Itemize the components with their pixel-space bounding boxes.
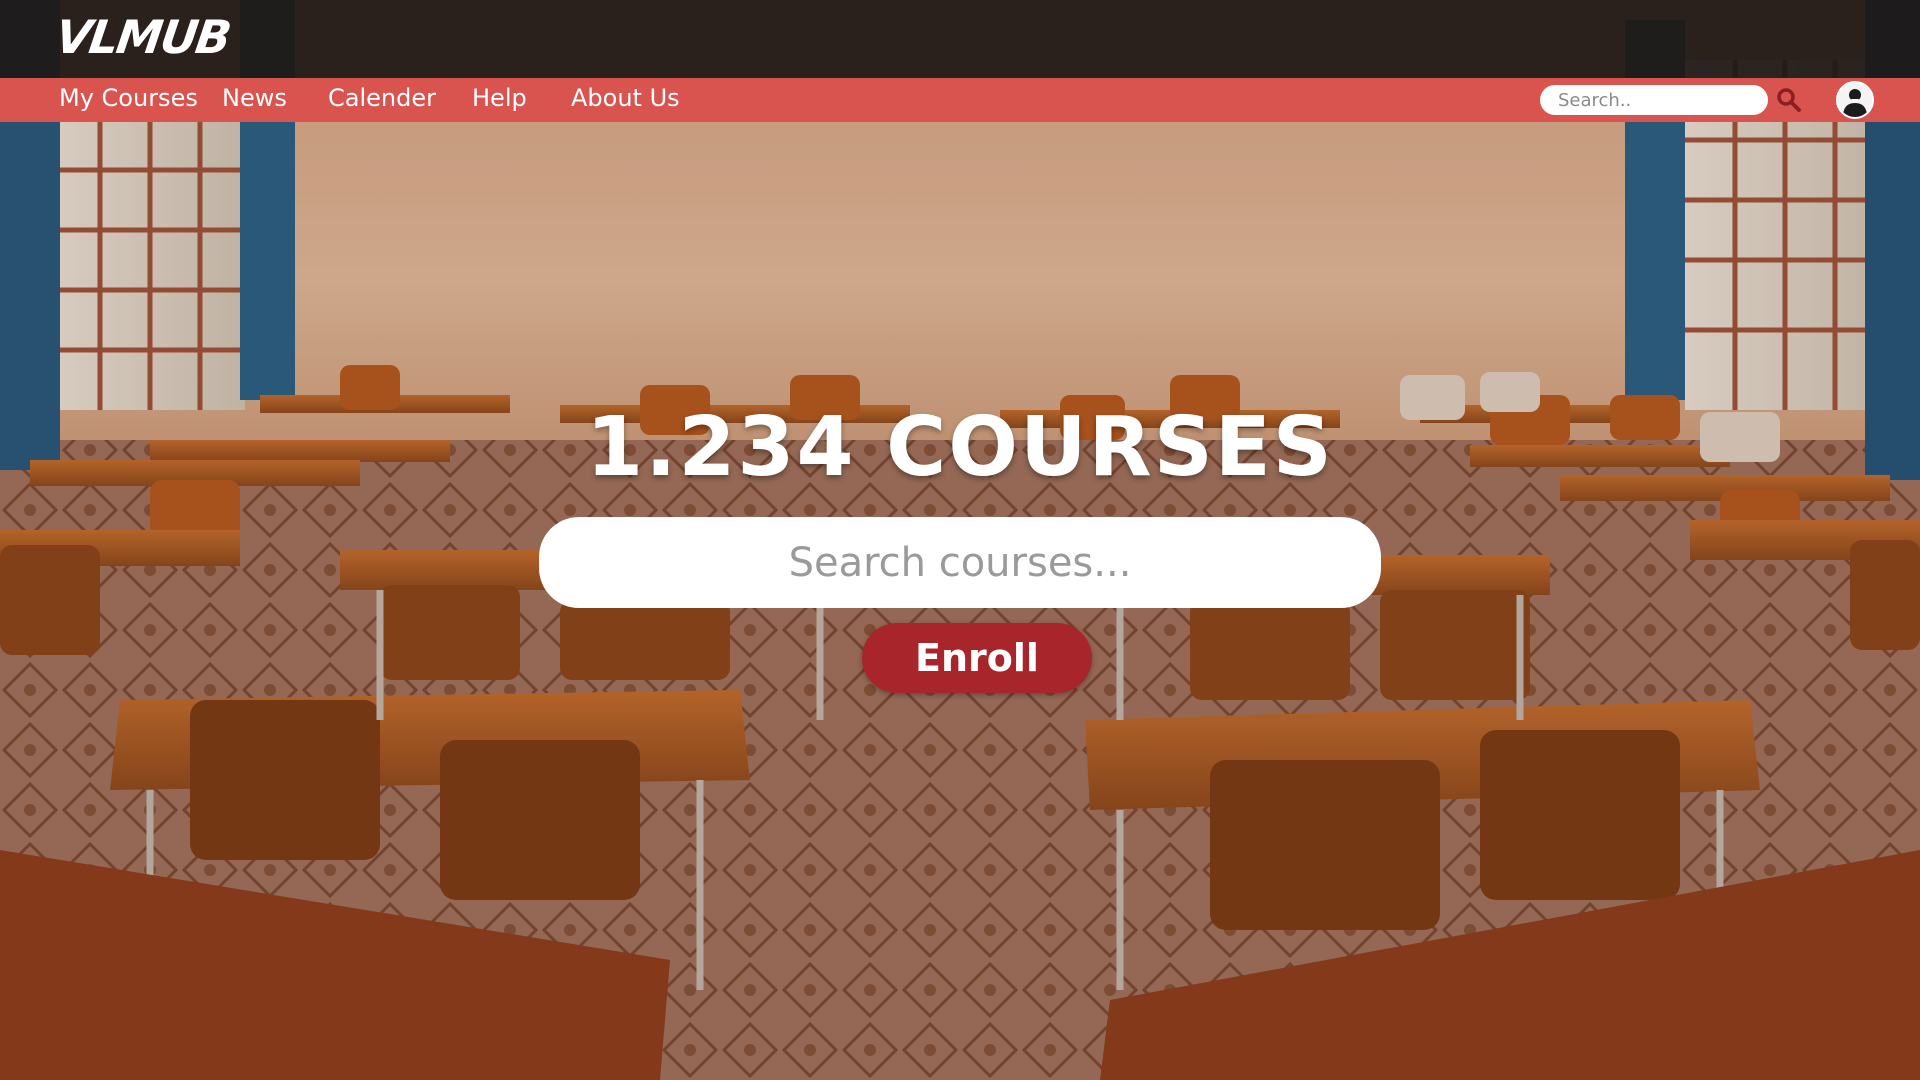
nav-item-news[interactable]: News [222,84,287,112]
course-search-input[interactable] [539,517,1381,608]
user-avatar-icon[interactable] [1836,81,1874,119]
enroll-button[interactable]: Enroll [862,623,1092,693]
nav-item-about-us[interactable]: About Us [571,84,680,112]
search-icon[interactable] [1776,87,1802,113]
page: VLMUB My Courses News Calender Help Abou… [0,0,1920,1080]
top-header: VLMUB [0,0,1920,78]
nav-item-my-courses[interactable]: My Courses [59,84,198,112]
nav-search-input[interactable] [1540,85,1768,115]
site-logo[interactable]: VLMUB [52,10,233,64]
courses-count-heading: 1.234 COURSES [586,400,1334,495]
nav-item-help[interactable]: Help [472,84,527,112]
nav-item-calender[interactable]: Calender [328,84,436,112]
main-navbar: My Courses News Calender Help About Us [0,78,1920,122]
